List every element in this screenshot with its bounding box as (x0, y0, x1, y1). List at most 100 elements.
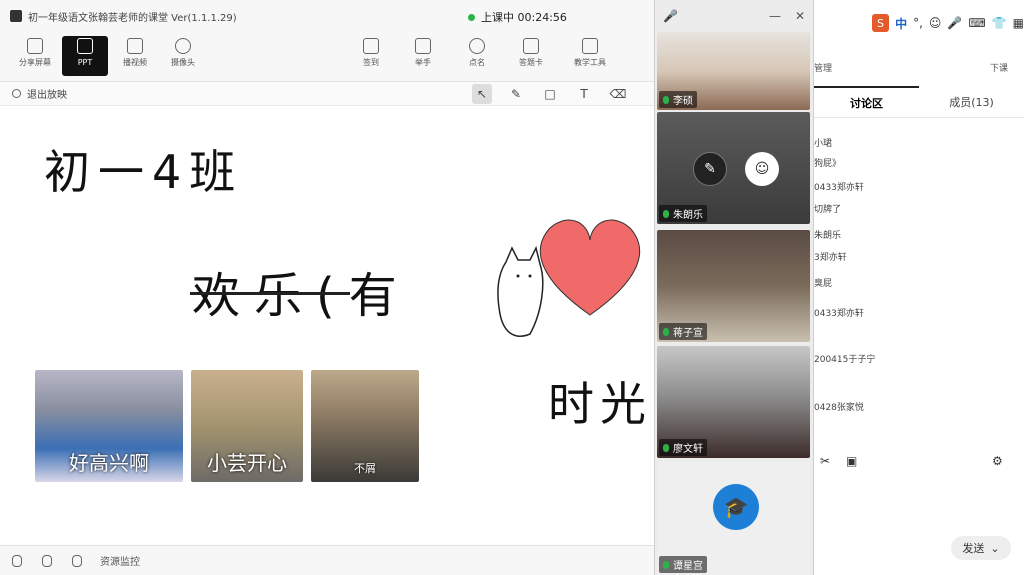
video-tile[interactable]: 蒋子宣 (657, 230, 810, 342)
photo-caption: 小芸开心 (207, 451, 287, 475)
live-status: 上课中 00:24:56 (468, 9, 567, 25)
mic-icon[interactable] (12, 554, 22, 567)
speaker-icon[interactable] (42, 554, 52, 567)
chat-line: 臭屁 (814, 279, 833, 289)
video-panel: 🎤 — ✕ 李硕 ✎ ☺ 朱朗乐 蒋子宣 廖文轩 🎓 谭星宫 (654, 0, 814, 575)
mic-icon (663, 95, 669, 104)
share-screen-button[interactable]: 分享屏幕 (12, 36, 58, 76)
mute-mic-icon[interactable]: ✎ (693, 152, 727, 186)
chat-line: 200415于子宁 (814, 355, 876, 365)
punctuation-icon[interactable]: °, (913, 16, 923, 30)
tile-name: 蒋子宣 (659, 323, 707, 340)
ppt-icon (77, 38, 93, 54)
photo-xiaoyun: 小芸开心 (191, 370, 303, 482)
photo-caption: 好高兴啊 (69, 451, 149, 475)
answer-card-button[interactable]: 答题卡 (508, 36, 554, 76)
send-button[interactable]: 发送 ⌄ (951, 536, 1011, 560)
close-icon[interactable]: ✕ (795, 9, 805, 23)
mic-icon (663, 560, 669, 569)
signin-button[interactable]: 签到 (348, 36, 394, 76)
share-icon[interactable] (72, 554, 82, 567)
camera-icon (175, 38, 191, 54)
slide-title-line2: 欢乐(有 (192, 268, 411, 324)
teaching-tools-button[interactable]: 教学工具 (562, 36, 618, 76)
side-tabs: 讨论区 成员(13) (814, 86, 1024, 118)
strike-line (190, 292, 350, 295)
chat-line: 3郑亦轩 (814, 253, 847, 263)
chat-line: 小珺 (814, 139, 833, 149)
rollcall-icon (469, 38, 485, 54)
video-tile[interactable]: 🎓 谭星宫 (657, 462, 810, 575)
video-panel-header: 🎤 — ✕ (655, 0, 813, 32)
play-video-button[interactable]: 播视频 (112, 36, 158, 76)
camera-button[interactable]: 摄像头 (160, 36, 206, 76)
tile-name: 廖文轩 (659, 439, 707, 456)
sogou-logo-icon: S (872, 14, 890, 32)
window-title: 初一年级语文张翰芸老师的课堂 Ver(1.1.1.29) (28, 12, 237, 24)
clipboard-check-icon (363, 38, 379, 54)
slide-title-line3: 时光 (548, 377, 652, 431)
video-tile[interactable]: ✎ ☺ 朱朗乐 (657, 112, 810, 224)
minimize-icon[interactable]: — (769, 9, 781, 23)
ime-mode[interactable]: 中 (895, 15, 907, 32)
raise-hand-button[interactable]: 举手 (400, 36, 446, 76)
chat-line: 0433郑亦轩 (814, 309, 864, 319)
answer-card-icon (523, 38, 539, 54)
mic-icon[interactable]: 🎤 (663, 9, 678, 23)
skin-icon[interactable]: 👕 (992, 16, 1007, 30)
video-tile[interactable]: 廖文轩 (657, 346, 810, 458)
tab-members[interactable]: 成员(13) (919, 86, 1024, 117)
status-bar: 资源监控 (0, 545, 654, 575)
app-root: 初一年级语文张翰芸老师的课堂 Ver(1.1.1.29) 上课中 00:24:5… (0, 0, 1024, 575)
end-class-label[interactable]: 下课 (990, 61, 1008, 74)
main-toolbar: 分享屏幕 PPT 播视频 摄像头 签到 举手 点名 答题卡 教学工具 (0, 32, 660, 82)
slide-canvas: 初一4班 欢乐(有 时光 好高兴啊 小芸开心 不屑 (0, 106, 654, 545)
mic-icon (663, 443, 669, 452)
chat-list: 小珺 狗屁》 0433郑亦轩 切牌了 朱朗乐 3郑亦轩 臭屁 0433郑亦轩 2… (814, 124, 1014, 444)
photo-happy: 好高兴啊 (35, 370, 183, 482)
live-dot-icon (468, 13, 475, 21)
cat-sticker-icon (497, 245, 544, 337)
pointer-tool-icon[interactable]: ↖ (472, 84, 492, 104)
video-tile[interactable]: 李硕 (657, 32, 810, 110)
pen-tool-icon[interactable]: ✎ (506, 84, 526, 104)
chat-line: 0428张家悦 (814, 403, 864, 413)
rollcall-button[interactable]: 点名 (454, 36, 500, 76)
keyboard-icon[interactable]: ⌨ (968, 16, 985, 30)
manage-label[interactable]: 管理 (814, 61, 832, 74)
chat-line: 狗屁》 (814, 159, 842, 169)
settings-icon[interactable]: ⚙ (992, 454, 1003, 468)
photo-disdain: 不屑 (311, 370, 419, 482)
voice-icon[interactable]: 🎤 (947, 16, 962, 30)
resource-monitor-label[interactable]: 资源监控 (100, 553, 140, 568)
tile-name: 李硕 (659, 91, 697, 108)
tile-name: 朱朗乐 (659, 205, 707, 222)
app-logo-icon (10, 10, 22, 22)
side-top-actions: 管理 下课 (814, 34, 1024, 84)
chat-line: 切牌了 (814, 205, 842, 215)
emoji-icon[interactable]: ☺ (929, 16, 942, 30)
eraser-tool-icon[interactable]: ⌫ (608, 84, 628, 104)
play-icon (127, 38, 143, 54)
photo-caption: 不屑 (354, 462, 376, 475)
tab-discussion[interactable]: 讨论区 (814, 86, 919, 117)
ime-toolbar: S 中 °, ☺ 🎤 ⌨ 👕 ▦ (868, 12, 1024, 34)
exit-play-button[interactable]: 退出放映 (27, 86, 67, 101)
chat-line: 朱朗乐 (814, 231, 842, 241)
text-tool-icon[interactable]: T (574, 84, 594, 104)
shape-tool-icon[interactable]: □ (540, 84, 560, 104)
slide-title-line1: 初一4班 (44, 145, 244, 199)
scissors-icon[interactable]: ✂ (820, 454, 830, 468)
ppt-button[interactable]: PPT (62, 36, 108, 76)
tools-grid-icon[interactable]: ▦ (1013, 16, 1024, 30)
chat-line: 0433郑亦轩 (814, 183, 864, 193)
hand-icon (415, 38, 431, 54)
draw-tools: ↖ ✎ □ T ⌫ (472, 84, 628, 104)
mic-icon (663, 209, 669, 218)
tools-icon (582, 38, 598, 54)
live-timer: 上课中 00:24:56 (481, 11, 567, 24)
image-icon[interactable]: ▣ (846, 454, 857, 468)
user-settings-icon[interactable]: ☺ (745, 152, 779, 186)
exit-icon (12, 89, 21, 98)
chevron-down-icon: ⌄ (990, 541, 1000, 555)
